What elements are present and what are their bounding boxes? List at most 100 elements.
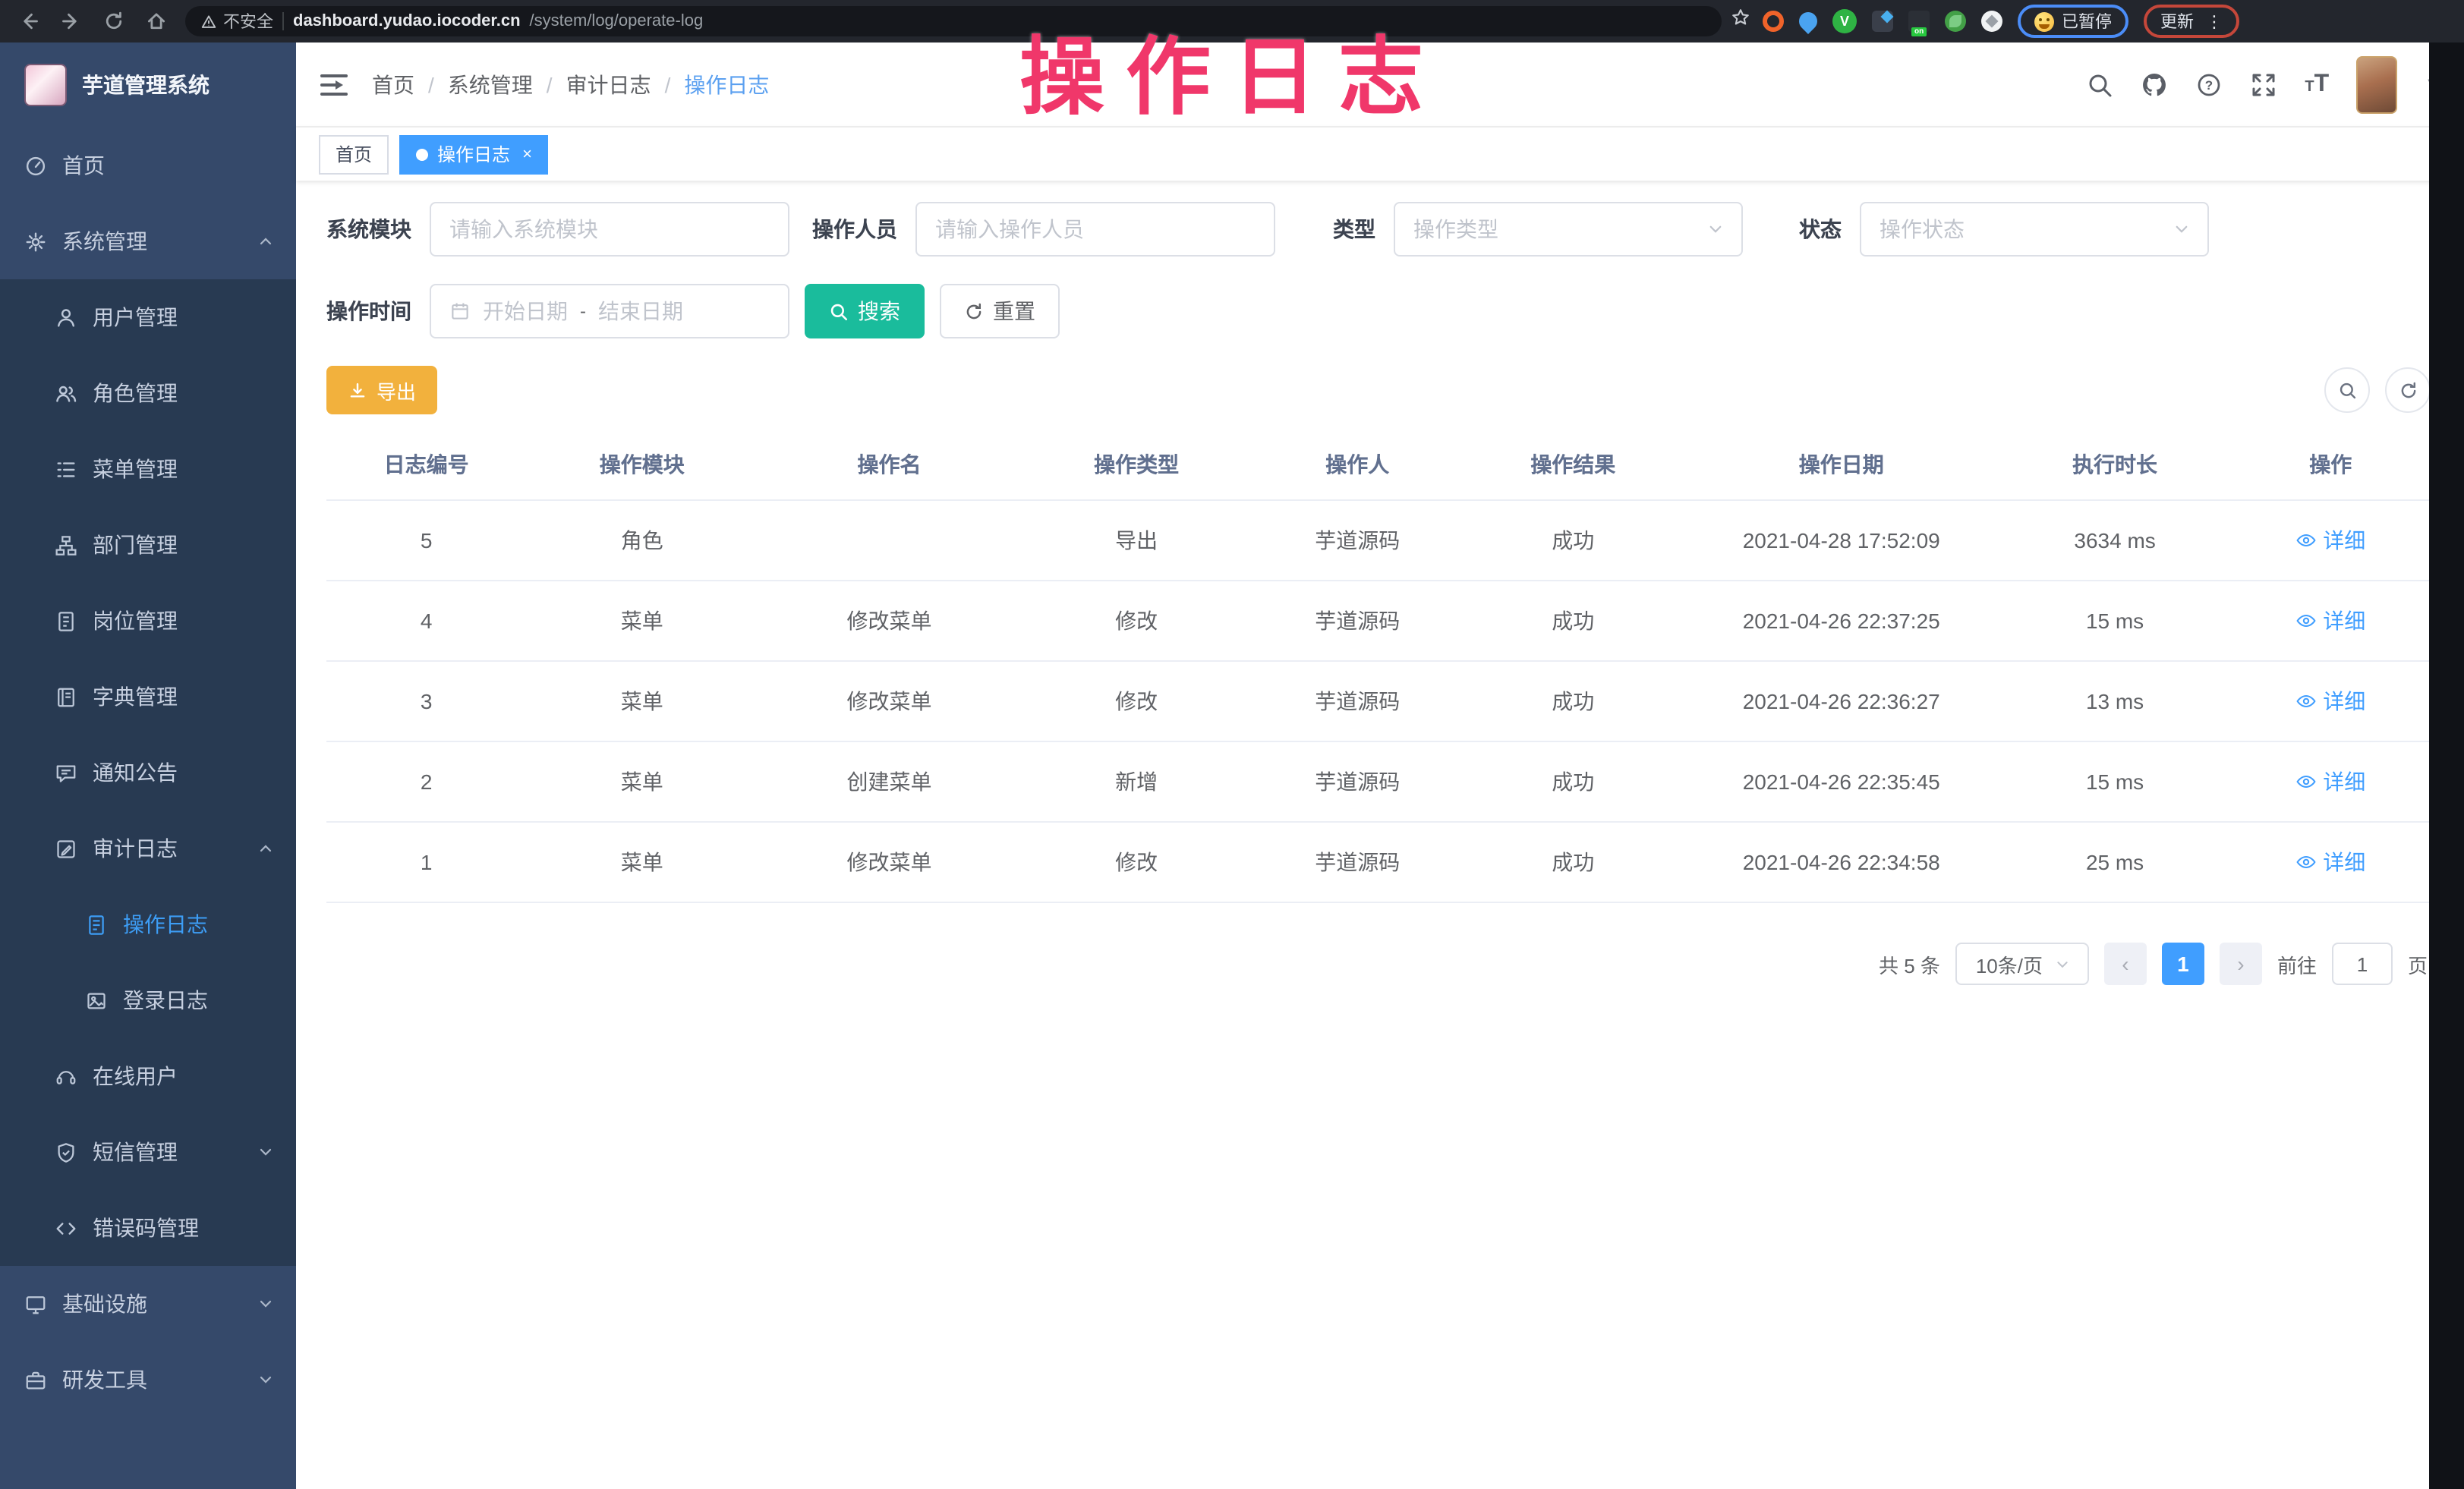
extension-cube-icon[interactable] [1872, 11, 1893, 32]
browser-update-button[interactable]: 更新 ⋮ [2144, 5, 2239, 38]
table-row: 5角色导出芋道源码成功2021-04-28 17:52:093634 ms 详细 [326, 500, 2431, 581]
tag-home[interactable]: 首页 [319, 134, 389, 174]
svg-text:?: ? [2205, 77, 2213, 92]
sidebar-item-online-users[interactable]: 在线用户 [0, 1038, 296, 1114]
browser-menu-icon[interactable]: ⋮ [2206, 11, 2223, 31]
next-page-button[interactable]: › [2220, 943, 2262, 985]
goto-page-input[interactable] [2332, 943, 2393, 985]
export-button[interactable]: 导出 [326, 366, 437, 414]
extension-stack-icon[interactable]: on [1908, 11, 1930, 32]
security-warning[interactable]: 不安全 [200, 9, 273, 33]
profile-paused-badge[interactable]: 已暂停 [2018, 5, 2128, 38]
extension-blue-pin-icon[interactable] [1795, 8, 1821, 34]
breadcrumb-audit[interactable]: 审计日志 [566, 69, 651, 99]
org-tree-icon [55, 534, 77, 556]
chevron-down-icon [2055, 957, 2069, 971]
help-icon[interactable]: ? [2195, 71, 2223, 98]
sidebar-item-label: 系统管理 [62, 226, 147, 257]
chevron-down-icon [257, 1371, 275, 1389]
breadcrumb-home[interactable]: 首页 [372, 69, 414, 99]
sidebar-item-label: 首页 [62, 150, 105, 181]
extension-green-v-icon[interactable]: V [1832, 9, 1857, 33]
detail-link[interactable]: 详细 [2295, 847, 2365, 877]
user-icon [55, 306, 77, 329]
reset-button[interactable]: 重置 [940, 284, 1060, 338]
home-icon[interactable] [146, 11, 167, 32]
current-page-button[interactable]: 1 [2162, 943, 2204, 985]
breadcrumb-system[interactable]: 系统管理 [448, 69, 533, 99]
sidebar-item-departments[interactable]: 部门管理 [0, 507, 296, 583]
type-select[interactable]: 操作类型 [1394, 202, 1743, 257]
collapse-sidebar-icon[interactable] [320, 74, 348, 95]
sidebar-item-users[interactable]: 用户管理 [0, 279, 296, 355]
sidebar-item-error-codes[interactable]: 错误码管理 [0, 1190, 296, 1266]
extension-orange-ring-icon[interactable] [1763, 11, 1784, 32]
sidebar-item-announcements[interactable]: 通知公告 [0, 735, 296, 811]
sidebar-item-login-log[interactable]: 登录日志 [0, 962, 296, 1038]
font-size-icon[interactable]: TT [2305, 71, 2329, 98]
col-operation-type: 操作类型 [1021, 430, 1252, 500]
sidebar-item-infrastructure[interactable]: 基础设施 [0, 1266, 296, 1342]
tag-operate-log[interactable]: 操作日志 × [399, 134, 549, 174]
sidebar-item-operate-log[interactable]: 操作日志 [0, 886, 296, 962]
reload-icon[interactable] [103, 11, 124, 32]
end-date-placeholder: 结束日期 [598, 296, 683, 326]
sidebar-item-dev-tools[interactable]: 研发工具 [0, 1342, 296, 1418]
forward-icon[interactable] [61, 11, 82, 32]
page-content: 系统模块 操作人员 类型 操作类型 状态 操作状态 [296, 181, 2464, 1489]
prev-page-button[interactable]: ‹ [2104, 943, 2147, 985]
url-bar[interactable]: 不安全 dashboard.yudao.iocoder.cn/system/lo… [185, 6, 1722, 36]
sidebar-item-dictionary[interactable]: 字典管理 [0, 659, 296, 735]
refresh-icon [2398, 380, 2418, 400]
sidebar-item-system[interactable]: 系统管理 [0, 203, 296, 279]
github-icon[interactable] [2141, 71, 2168, 98]
sidebar-item-posts[interactable]: 岗位管理 [0, 583, 296, 659]
extensions-row: V on [1763, 9, 2002, 33]
refresh-table-button[interactable] [2385, 367, 2431, 413]
search-button[interactable]: 搜索 [805, 284, 925, 338]
eye-icon [2295, 771, 2317, 792]
module-label: 系统模块 [326, 214, 411, 244]
bookmark-star-icon[interactable] [1731, 8, 1750, 35]
sidebar-item-label: 审计日志 [93, 833, 178, 864]
sidebar-item-audit-log[interactable]: 审计日志 [0, 811, 296, 886]
breadcrumb-current: 操作日志 [684, 69, 769, 99]
sidebar-logo-row[interactable]: 芋道管理系统 [0, 42, 296, 127]
tags-bar: 首页 操作日志 × [296, 127, 2464, 181]
app-title: 芋道管理系统 [82, 70, 210, 100]
extension-leaf-icon[interactable] [1945, 11, 1966, 32]
detail-link[interactable]: 详细 [2295, 606, 2365, 636]
date-range-picker[interactable]: 开始日期 - 结束日期 [430, 284, 789, 338]
module-input[interactable] [449, 217, 770, 241]
detail-link[interactable]: 详细 [2295, 767, 2365, 797]
sidebar-item-home[interactable]: 首页 [0, 127, 296, 203]
sidebar-item-sms[interactable]: 短信管理 [0, 1114, 296, 1190]
sidebar-item-label: 菜单管理 [93, 454, 178, 484]
toggle-search-button[interactable] [2324, 367, 2370, 413]
avatar[interactable] [2356, 55, 2397, 113]
table-row: 3菜单修改菜单修改芋道源码成功2021-04-26 22:36:2713 ms … [326, 661, 2431, 741]
operate-log-icon [85, 913, 108, 936]
page-size-select[interactable]: 10条/页 [1955, 943, 2089, 985]
eye-icon [2295, 610, 2317, 631]
url-path: /system/log/operate-log [530, 12, 704, 30]
sidebar-item-menus[interactable]: 菜单管理 [0, 431, 296, 507]
shield-icon [55, 1141, 77, 1163]
download-icon [348, 380, 367, 400]
operator-input[interactable] [935, 217, 1256, 241]
close-tag-icon[interactable]: × [522, 145, 532, 163]
search-icon[interactable] [2086, 71, 2113, 98]
status-select[interactable]: 操作状态 [1860, 202, 2209, 257]
code-icon [55, 1217, 77, 1239]
detail-link[interactable]: 详细 [2295, 686, 2365, 716]
fullscreen-icon[interactable] [2250, 71, 2277, 98]
pagination: 共 5 条 10条/页 ‹ 1 › 前往 页 [326, 943, 2431, 985]
chevron-down-icon [1708, 222, 1723, 237]
back-icon[interactable] [18, 11, 39, 32]
sidebar-item-roles[interactable]: 角色管理 [0, 355, 296, 431]
col-date: 操作日期 [1684, 430, 1999, 500]
detail-link[interactable]: 详细 [2295, 525, 2365, 556]
right-scroll-strip[interactable] [2429, 42, 2464, 1489]
sidebar: 芋道管理系统 首页 系统管理 用户管理 角色管理 [0, 42, 296, 1489]
extension-pinwheel-icon[interactable] [1981, 11, 2002, 32]
